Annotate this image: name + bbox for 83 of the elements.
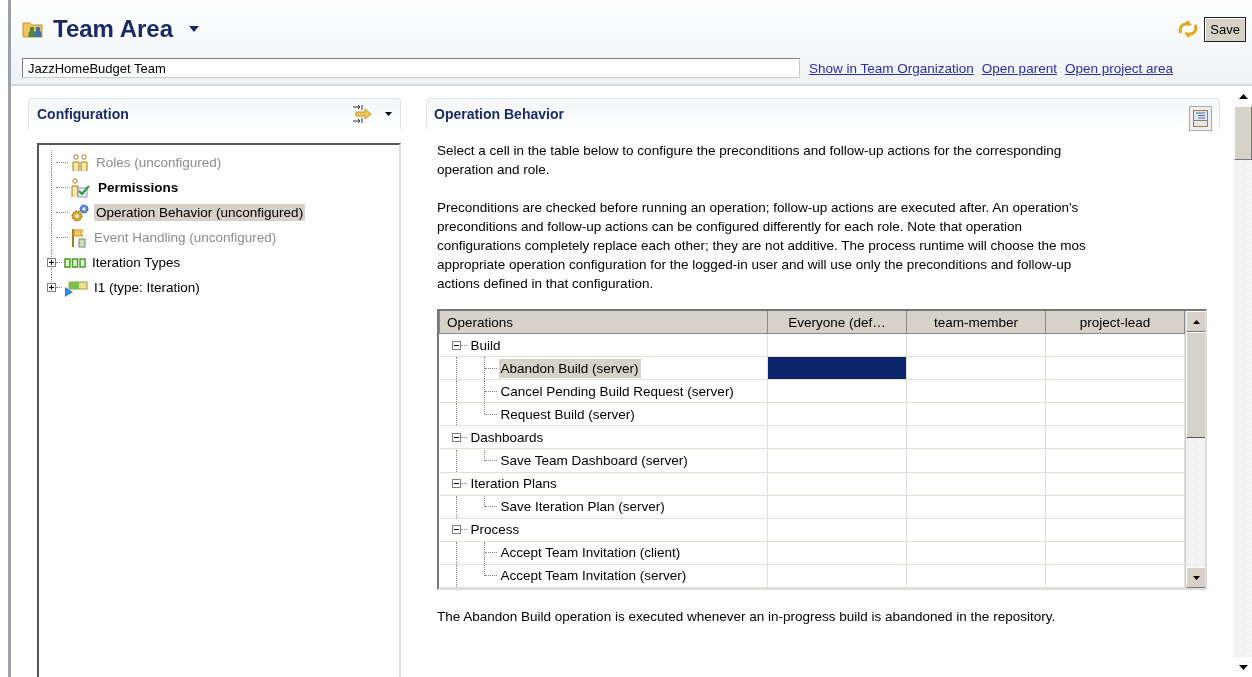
table-cell[interactable] — [767, 402, 907, 426]
expand-icon[interactable] — [47, 283, 56, 292]
link[interactable]: Open project area — [1064, 60, 1173, 76]
column-header[interactable]: Everyone (def… — [767, 311, 907, 334]
table-cell[interactable] — [906, 564, 1046, 588]
operation-group[interactable]: Build — [468, 335, 503, 355]
person-check-icon — [70, 177, 92, 198]
intro-text: Select a cell in the table below to configure the preconditions and follow-up actions for the corresponding operation and role. — [437, 142, 1063, 179]
table-cell[interactable] — [906, 518, 1046, 542]
table-cell[interactable] — [767, 564, 907, 588]
gears-icon — [70, 203, 90, 222]
column-header[interactable]: Operations — [439, 311, 768, 334]
operation-group[interactable]: Dashboards — [468, 427, 546, 447]
table-cell[interactable] — [1045, 541, 1185, 565]
sync-icon[interactable] — [1178, 19, 1199, 39]
table-cell[interactable] — [906, 402, 1046, 426]
team-name-field[interactable]: JazzHomeBudget Team — [22, 58, 800, 78]
operation-description: The Abandon Build operation is executed whenever an in-progress build is abandoned in the repository. — [437, 608, 1057, 626]
table-cell[interactable] — [767, 518, 907, 542]
table-cell[interactable] — [1045, 402, 1185, 426]
tree-item[interactable]: I1 (type: Iteration) — [92, 279, 202, 296]
tree-item[interactable]: Iteration Types — [90, 254, 183, 271]
down-arrow-icon — [1238, 664, 1248, 670]
table-cell[interactable] — [767, 472, 907, 496]
table-cell[interactable] — [906, 425, 1046, 449]
table-cell[interactable] — [1045, 495, 1185, 519]
scroll-thumb[interactable] — [1186, 332, 1205, 438]
layout-icon[interactable] — [1189, 105, 1212, 131]
collapse-icon[interactable] — [451, 525, 461, 535]
table-cell[interactable] — [767, 495, 907, 519]
save-button[interactable]: Save — [1204, 16, 1246, 42]
table-cell[interactable] — [906, 448, 1046, 473]
scroll-up-button[interactable] — [1186, 311, 1205, 332]
up-arrow-icon — [1238, 93, 1248, 99]
table-cell[interactable] — [906, 333, 1046, 357]
table-cell[interactable] — [767, 333, 907, 357]
expand-icon[interactable] — [47, 258, 56, 267]
collapse-icon[interactable] — [451, 340, 461, 350]
column-header[interactable]: project-lead — [1045, 311, 1185, 334]
operation-item[interactable]: Abandon Build (server) — [498, 358, 641, 378]
scroll-up-button[interactable] — [1234, 86, 1252, 106]
table-cell[interactable] — [1045, 425, 1185, 449]
table-cell[interactable] — [767, 379, 907, 403]
menu-caret-icon[interactable] — [385, 112, 392, 116]
panel-title: Configuration — [37, 106, 130, 122]
link[interactable]: Show in Team Organization — [809, 60, 974, 76]
table-cell[interactable] — [906, 495, 1046, 519]
panel-title: Operation Behavior — [434, 106, 565, 122]
down-arrow-icon — [1193, 575, 1200, 580]
table-cell[interactable] — [1045, 333, 1185, 357]
editor-title: Team Area — [53, 15, 174, 43]
caret-icon[interactable] — [189, 26, 200, 32]
link[interactable]: Open parent — [981, 60, 1057, 76]
table-cell[interactable] — [767, 541, 907, 565]
team-folder-icon — [22, 19, 44, 39]
table-cell[interactable] — [1045, 564, 1185, 588]
iteration-bar-icon — [64, 278, 88, 297]
table-cell[interactable] — [767, 425, 907, 449]
table-cell[interactable] — [906, 472, 1046, 496]
table-cell[interactable] — [1045, 518, 1185, 542]
column-header[interactable]: team-member — [906, 311, 1046, 334]
scroll-down-button[interactable] — [1186, 567, 1205, 588]
collapse-icon[interactable] — [451, 479, 461, 489]
table-cell[interactable] — [767, 448, 907, 473]
table-cell[interactable] — [767, 356, 907, 380]
table-cell[interactable] — [1045, 356, 1185, 380]
up-arrow-icon — [1193, 319, 1200, 324]
collapse-icon[interactable] — [451, 432, 461, 442]
explanation-text: Preconditions are checked before running an operation; follow-up actions are executed after. An operation's preconditions and follow-up actions can be configured differently for each role. Note that operation configurations completely replace each other; they are not additive. The process runtime will choose the mos appropriate operation configuration for the logged-in user and will use only the preconditions and follow-up actions defined in that configuration. — [437, 199, 1087, 293]
table-cell[interactable] — [1045, 379, 1185, 403]
people-icon — [70, 153, 90, 172]
operation-group[interactable]: Process — [468, 520, 522, 540]
table-cell[interactable] — [906, 379, 1046, 403]
tree-item[interactable]: Permissions — [96, 179, 181, 196]
scroll-thumb[interactable] — [1234, 106, 1252, 160]
flag-icon — [70, 227, 88, 248]
table-cell[interactable] — [1045, 472, 1185, 496]
table-cell[interactable] — [906, 356, 1046, 380]
blocks-icon — [64, 257, 86, 268]
table-cell[interactable] — [906, 541, 1046, 565]
scroll-down-button[interactable] — [1234, 657, 1252, 677]
tree-item[interactable]: Operation Behavior (unconfigured) — [94, 204, 306, 221]
table-cell[interactable] — [1045, 448, 1185, 473]
